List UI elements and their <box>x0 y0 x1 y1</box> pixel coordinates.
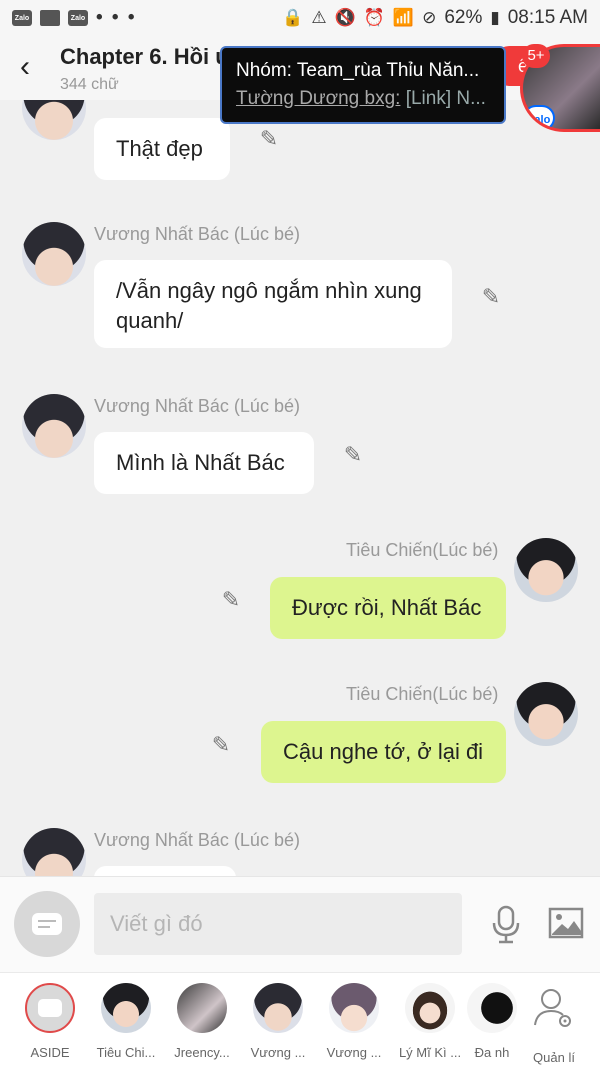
edit-pencil-icon[interactable]: ✎ <box>478 284 504 310</box>
character-item[interactable]: Tiêu Chi... <box>88 983 164 1060</box>
message-bubble[interactable] <box>94 866 236 876</box>
zalo-notification-icon-2: Zalo <box>68 10 88 26</box>
message-bubble[interactable]: Mình là Nhất Bác <box>94 432 314 494</box>
zalo-notification-popup[interactable]: Nhóm: Team_rùa Thỉu Năn... Tường Dương b… <box>220 46 506 124</box>
battery-percent: 62% <box>444 7 483 28</box>
character-item[interactable]: Đa nh <box>462 983 522 1060</box>
character-avatar <box>329 983 379 1033</box>
status-bar-right: 🔒 ⚠ 🔇 ⏰ 📶 ⊘ 62% ▮ 08:15 AM <box>282 7 588 29</box>
character-avatar <box>405 983 455 1033</box>
character-label: Lý Mĩ Kì ... <box>398 1045 462 1060</box>
edit-pencil-icon[interactable]: ✎ <box>256 126 282 152</box>
microphone-icon[interactable] <box>490 905 522 945</box>
status-bar: Zalo Zalo • • • 🔒 ⚠ 🔇 ⏰ 📶 ⊘ 62% ▮ 08:15 … <box>0 0 600 36</box>
wifi-icon: 📶 <box>392 8 415 27</box>
character-label: Tiêu Chi... <box>96 1045 156 1060</box>
edit-pencil-icon[interactable]: ✎ <box>208 732 234 758</box>
zalo-notification-icon: Zalo <box>12 10 32 26</box>
more-notifications-icon: • • • <box>96 7 137 28</box>
lock-icon: 🔒 <box>282 8 304 27</box>
avatar[interactable] <box>514 682 578 746</box>
no-sim-icon: ⊘ <box>422 8 437 27</box>
character-avatar <box>467 983 517 1033</box>
message-bubble[interactable]: Cậu nghe tớ, ở lại đi <box>261 721 506 783</box>
sender-name: Vương Nhất Bác (Lúc bé) <box>94 224 300 244</box>
chat-bubble-icon <box>32 913 62 935</box>
avatar[interactable] <box>22 394 86 458</box>
unread-badge: 5+ <box>522 44 550 68</box>
avatar[interactable] <box>514 538 578 602</box>
clock-time: 08:15 AM <box>507 7 588 28</box>
character-label: Vương ... <box>326 1045 382 1060</box>
zalo-logo-icon: Zalo <box>523 105 555 129</box>
character-bar: ASIDE Tiêu Chi... Jreency... Vương ... V… <box>0 972 600 1067</box>
edit-pencil-icon[interactable]: ✎ <box>218 587 244 613</box>
character-item[interactable]: Vương ... <box>316 983 392 1060</box>
message-input[interactable] <box>94 893 462 955</box>
avatar[interactable] <box>22 828 86 876</box>
manage-characters-button[interactable]: Quản lí <box>516 983 592 1065</box>
character-label: Jreency... <box>174 1045 230 1060</box>
sender-name: Vương Nhất Bác (Lúc bé) <box>94 830 300 850</box>
character-label: Quản lí <box>533 1050 575 1065</box>
notification-preview: [Link] N... <box>400 88 486 109</box>
chat-bubble-icon <box>38 999 62 1017</box>
status-bar-left: Zalo Zalo • • • <box>12 7 137 29</box>
notification-title: Nhóm: Team_rùa Thỉu Năn... <box>236 60 480 81</box>
message-bubble[interactable]: /Vẫn ngây ngô ngắm nhìn xung quanh/ <box>94 260 452 348</box>
battery-icon: ▮ <box>490 8 500 27</box>
sender-name: Tiêu Chiến(Lúc bé) <box>346 684 499 704</box>
character-label: ASIDE <box>30 1045 70 1060</box>
back-arrow-icon[interactable]: ‹ <box>10 50 40 84</box>
edit-pencil-icon[interactable]: ✎ <box>340 442 366 468</box>
aside-avatar <box>25 983 75 1033</box>
character-label: Vương ... <box>250 1045 306 1060</box>
character-item[interactable]: Jreency... <box>164 983 240 1060</box>
message-bubble[interactable]: Thật đẹp <box>94 118 230 180</box>
aside-toggle-button[interactable] <box>14 891 80 957</box>
avatar[interactable] <box>22 100 86 140</box>
chapter-title: Chapter 6. Hồi ức <box>60 44 244 69</box>
message-bubble[interactable]: Được rồi, Nhất Bác <box>270 577 506 639</box>
sender-name: Tiêu Chiến(Lúc bé) <box>346 540 499 560</box>
character-avatar <box>253 983 303 1033</box>
image-upload-icon[interactable] <box>548 907 584 939</box>
chat-area[interactable]: Thật đẹp ✎ Vương Nhất Bác (Lúc bé) /Vẫn … <box>0 100 600 876</box>
character-aside[interactable]: ASIDE <box>12 983 88 1060</box>
character-avatar <box>177 983 227 1033</box>
notification-sender: Tường Dương bxg: <box>236 88 401 109</box>
gallery-notification-icon <box>40 10 60 26</box>
signal-alert-icon: ⚠ <box>311 8 327 27</box>
notification-body: Tường Dương bxg: [Link] N... <box>236 88 490 110</box>
character-label: Đa nh <box>474 1045 510 1060</box>
avatar[interactable] <box>22 222 86 286</box>
alarm-icon: ⏰ <box>363 8 385 27</box>
character-item[interactable]: Vương ... <box>240 983 316 1060</box>
user-settings-icon <box>534 989 571 1027</box>
sender-name: Vương Nhất Bác (Lúc bé) <box>94 396 300 416</box>
message-composer <box>0 876 600 972</box>
character-item[interactable]: Lý Mĩ Kì ... <box>392 983 468 1060</box>
mute-icon: 🔇 <box>334 8 356 27</box>
word-count: 344 chữ <box>60 76 119 93</box>
character-avatar <box>101 983 151 1033</box>
